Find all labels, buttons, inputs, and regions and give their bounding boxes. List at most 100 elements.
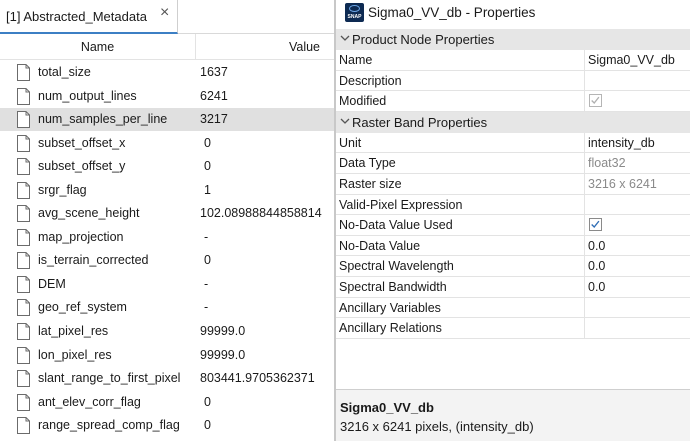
metadata-panel: [1] Abstracted_Metadata × Name Value tot… xyxy=(0,0,334,441)
row-name: is_terrain_corrected xyxy=(38,253,149,268)
table-row[interactable]: subset_offset_x 0 xyxy=(0,132,334,156)
column-separator xyxy=(584,132,585,153)
close-icon[interactable]: × xyxy=(160,5,174,21)
section-raster-band[interactable]: Raster Band Properties xyxy=(336,111,690,133)
table-row[interactable]: num_samples_per_line 3217 xyxy=(0,108,334,132)
file-icon xyxy=(17,370,30,388)
property-name: Spectral Wavelength xyxy=(339,259,454,274)
file-icon xyxy=(17,417,30,435)
chevron-down-icon[interactable] xyxy=(340,116,350,126)
row-name: range_spread_comp_flag xyxy=(38,418,180,433)
description-area: Sigma0_VV_db 3216 x 6241 pixels, (intens… xyxy=(336,389,690,441)
table-row[interactable]: lon_pixel_res 99999.0 xyxy=(0,344,334,368)
property-value[interactable]: intensity_db xyxy=(588,136,655,150)
table-row[interactable]: srgr_flag 1 xyxy=(0,179,334,203)
window-title: Sigma0_VV_db - Properties xyxy=(368,5,536,20)
column-separator xyxy=(584,318,585,338)
property-value[interactable]: Sigma0_VV_db xyxy=(588,53,675,67)
description-text: 3216 x 6241 pixels, (intensity_db) xyxy=(340,419,534,434)
table-row[interactable]: slant_range_to_first_pixel 803441.9705362… xyxy=(0,367,334,391)
property-value: float32 xyxy=(588,156,626,171)
column-separator xyxy=(584,91,585,111)
section-label: Raster Band Properties xyxy=(352,114,488,130)
table-row[interactable]: map_projection - xyxy=(0,226,334,250)
table-row[interactable]: DEM - xyxy=(0,273,334,297)
property-row[interactable]: Ancillary Relations xyxy=(336,318,690,339)
row-name: total_size xyxy=(38,65,91,79)
property-name: Unit xyxy=(339,135,362,150)
property-row[interactable]: Spectral Bandwidth 0.0 xyxy=(336,276,690,298)
tab-abstracted-metadata[interactable]: [1] Abstracted_Metadata × xyxy=(0,0,178,34)
column-separator xyxy=(584,50,585,70)
table-row[interactable]: num_output_lines 6241 xyxy=(0,85,334,109)
row-name: subset_offset_y xyxy=(38,159,126,174)
file-icon xyxy=(17,205,30,223)
row-value: - xyxy=(204,276,209,291)
row-name: srgr_flag xyxy=(38,182,87,197)
row-value: - xyxy=(204,300,209,315)
table-header: Name Value xyxy=(0,34,334,60)
property-row[interactable]: Modified xyxy=(336,91,690,112)
table-row[interactable]: lat_pixel_res 99999.0 xyxy=(0,320,334,344)
row-name: num_output_lines xyxy=(38,88,137,103)
file-icon xyxy=(17,323,30,341)
row-name: lat_pixel_res xyxy=(38,324,109,339)
file-icon xyxy=(17,299,30,317)
property-name: Name xyxy=(339,53,373,67)
property-name: Ancillary Relations xyxy=(339,321,442,336)
property-row[interactable]: Description xyxy=(336,70,690,92)
row-value: 0 xyxy=(204,253,211,268)
row-name: DEM xyxy=(38,276,66,291)
column-separator xyxy=(584,194,585,215)
raster-props: Unit intensity_db Data Type float32 Raster s… xyxy=(336,132,690,339)
file-icon xyxy=(17,275,30,293)
row-value: 0 xyxy=(204,418,211,433)
property-value[interactable]: 0.0 xyxy=(588,280,605,294)
table-row[interactable]: is_terrain_corrected 0 xyxy=(0,249,334,273)
table-row[interactable]: total_size 1637 xyxy=(0,61,334,85)
property-row[interactable]: Valid-Pixel Expression xyxy=(336,194,690,216)
row-name: map_projection xyxy=(38,229,124,244)
table-row[interactable]: subset_offset_y 0 xyxy=(0,155,334,179)
logo-text: SNAP xyxy=(347,14,362,20)
file-icon xyxy=(17,346,30,364)
table-row[interactable]: avg_scene_height 102.08988844858814 xyxy=(0,202,334,226)
column-separator xyxy=(584,276,585,297)
chevron-down-icon[interactable] xyxy=(340,33,350,43)
table-row[interactable]: geo_ref_system - xyxy=(0,296,334,321)
property-value[interactable]: 0.0 xyxy=(588,259,605,273)
property-row[interactable]: Data Type float32 xyxy=(336,153,690,174)
table-row[interactable]: range_spread_comp_flag 0 xyxy=(0,414,334,438)
row-value: 0 xyxy=(204,394,211,409)
property-value[interactable]: 0.0 xyxy=(588,239,605,253)
property-row[interactable]: Unit intensity_db xyxy=(336,132,690,154)
file-icon xyxy=(17,158,30,176)
section-label: Product Node Properties xyxy=(352,32,495,47)
property-row[interactable]: Ancillary Variables xyxy=(336,297,690,319)
column-header-name[interactable]: Name xyxy=(0,34,196,60)
row-value: 803441.9705362371 xyxy=(200,371,315,386)
section-product-node[interactable]: Product Node Properties xyxy=(336,29,690,50)
property-row[interactable]: Spectral Wavelength 0.0 xyxy=(336,256,690,277)
row-name: avg_scene_height xyxy=(38,206,140,221)
property-name: Valid-Pixel Expression xyxy=(339,197,463,212)
property-row[interactable]: Name Sigma0_VV_db xyxy=(336,50,690,71)
tab-label: [1] Abstracted_Metadata xyxy=(6,9,147,24)
table-row[interactable]: ant_elev_corr_flag 0 xyxy=(0,391,334,415)
row-value: 6241 xyxy=(200,88,228,103)
property-name: Description xyxy=(339,73,402,88)
file-icon xyxy=(17,64,30,81)
column-header-value[interactable]: Value xyxy=(196,34,334,60)
property-row[interactable]: No-Data Value 0.0 xyxy=(336,235,690,257)
checkbox[interactable] xyxy=(589,218,602,232)
property-row[interactable]: Raster size 3216 x 6241 xyxy=(336,173,690,195)
title-bar: SNAP Sigma0_VV_db - Properties xyxy=(336,0,690,28)
file-icon xyxy=(17,134,30,152)
row-value: 1 xyxy=(204,182,211,197)
column-separator xyxy=(584,153,585,173)
checkbox xyxy=(589,94,602,108)
row-name: geo_ref_system xyxy=(38,300,127,315)
property-row[interactable]: No-Data Value Used xyxy=(336,215,690,236)
file-icon xyxy=(17,252,30,270)
property-name: No-Data Value Used xyxy=(339,218,453,233)
